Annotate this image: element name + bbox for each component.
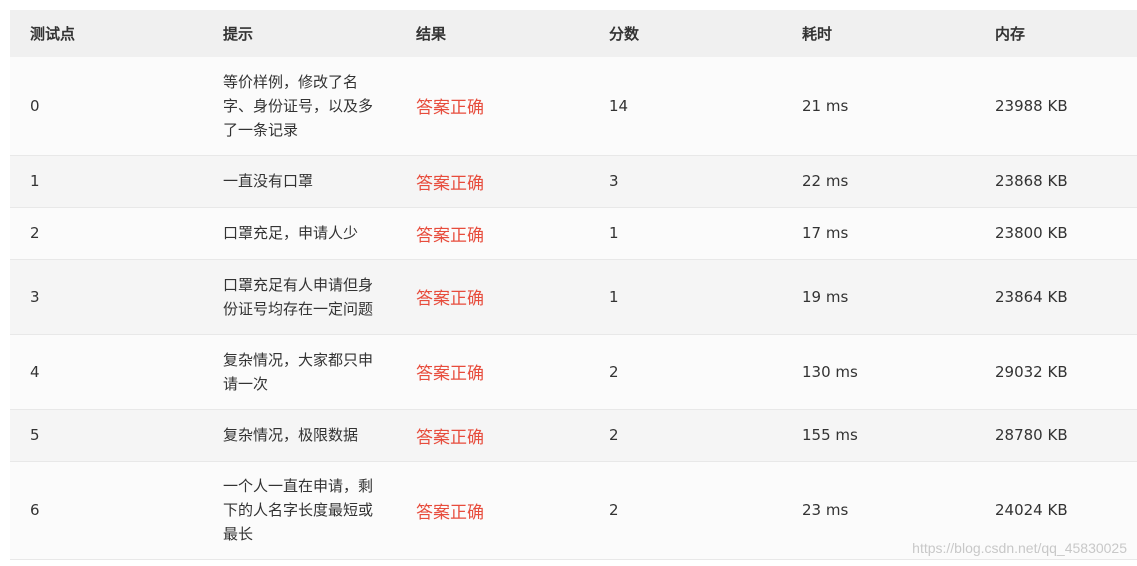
cell-hint: 一个人一直在申请，剩下的人名字长度最短或最长: [223, 477, 374, 543]
cell-time: 22 ms: [802, 172, 849, 190]
cell-hint: 口罩充足有人申请但身份证号均存在一定问题: [223, 275, 374, 318]
table-row: 5 复杂情况，极限数据 答案正确 2 155 ms 28780 KB: [10, 409, 1137, 461]
cell-score: 2: [609, 426, 619, 444]
cell-memory: 23868 KB: [995, 172, 1068, 190]
table-row: 3 口罩充足有人申请但身份证号均存在一定问题 答案正确 1 19 ms 2386…: [10, 259, 1137, 334]
cell-result: 答案正确: [416, 173, 484, 194]
cell-score: 3: [609, 172, 619, 190]
table-header: 测试点 提示 结果 分数 耗时 内存: [10, 10, 1137, 57]
cell-time: 19 ms: [802, 287, 849, 306]
test-results-table: 测试点 提示 结果 分数 耗时 内存 0 等价样例，修改了名字、身份证号，以及多…: [10, 10, 1137, 560]
cell-score: 14: [609, 96, 629, 115]
cell-test-point: 1: [30, 172, 40, 190]
results-table-container: 测试点 提示 结果 分数 耗时 内存 0 等价样例，修改了名字、身份证号，以及多…: [10, 10, 1137, 560]
cell-test-point: 2: [30, 224, 40, 242]
cell-hint: 复杂情况，大家都只申请一次: [223, 350, 374, 393]
table-body: 0 等价样例，修改了名字、身份证号，以及多了一条记录 答案正确 14 21 ms…: [10, 57, 1137, 559]
table-row: 2 口罩充足，申请人少 答案正确 1 17 ms 23800 KB: [10, 207, 1137, 259]
cell-hint: 口罩充足，申请人少: [223, 224, 359, 242]
cell-memory: 29032 KB: [995, 362, 1068, 381]
cell-time: 155 ms: [802, 426, 858, 444]
cell-time: 21 ms: [802, 96, 849, 115]
table-row: 4 复杂情况，大家都只申请一次 答案正确 2 130 ms 29032 KB: [10, 334, 1137, 409]
cell-memory: 28780 KB: [995, 426, 1068, 444]
header-result: 结果: [416, 25, 447, 43]
cell-test-point: 5: [30, 426, 40, 444]
table-row: 0 等价样例，修改了名字、身份证号，以及多了一条记录 答案正确 14 21 ms…: [10, 57, 1137, 155]
cell-test-point: 6: [30, 501, 40, 519]
header-test-point: 测试点: [30, 25, 76, 43]
cell-memory: 23988 KB: [995, 96, 1068, 115]
cell-result: 答案正确: [416, 98, 484, 119]
header-row: 测试点 提示 结果 分数 耗时 内存: [10, 10, 1137, 57]
cell-result: 答案正确: [416, 427, 484, 448]
table-row: 1 一直没有口罩 答案正确 3 22 ms 23868 KB: [10, 155, 1137, 207]
cell-result: 答案正确: [416, 225, 484, 246]
header-score: 分数: [609, 25, 640, 43]
cell-score: 1: [609, 224, 619, 242]
cell-hint: 一直没有口罩: [223, 172, 314, 190]
cell-test-point: 4: [30, 362, 40, 381]
cell-result: 答案正确: [416, 364, 484, 384]
cell-time: 130 ms: [802, 362, 858, 381]
cell-time: 17 ms: [802, 224, 849, 242]
cell-result: 答案正确: [416, 502, 484, 523]
cell-score: 2: [609, 362, 619, 381]
header-hint: 提示: [223, 25, 254, 43]
header-memory: 内存: [995, 25, 1026, 43]
cell-test-point: 0: [30, 96, 40, 115]
watermark: https://blog.csdn.net/qq_45830025: [912, 540, 1127, 556]
cell-memory: 23864 KB: [995, 287, 1068, 306]
cell-score: 1: [609, 287, 619, 306]
cell-test-point: 3: [30, 287, 40, 306]
cell-score: 2: [609, 501, 619, 519]
cell-hint: 复杂情况，极限数据: [223, 426, 359, 444]
cell-hint: 等价样例，修改了名字、身份证号，以及多了一条记录: [223, 72, 374, 139]
cell-memory: 23800 KB: [995, 224, 1068, 242]
cell-result: 答案正确: [416, 289, 484, 309]
header-time: 耗时: [802, 25, 833, 43]
